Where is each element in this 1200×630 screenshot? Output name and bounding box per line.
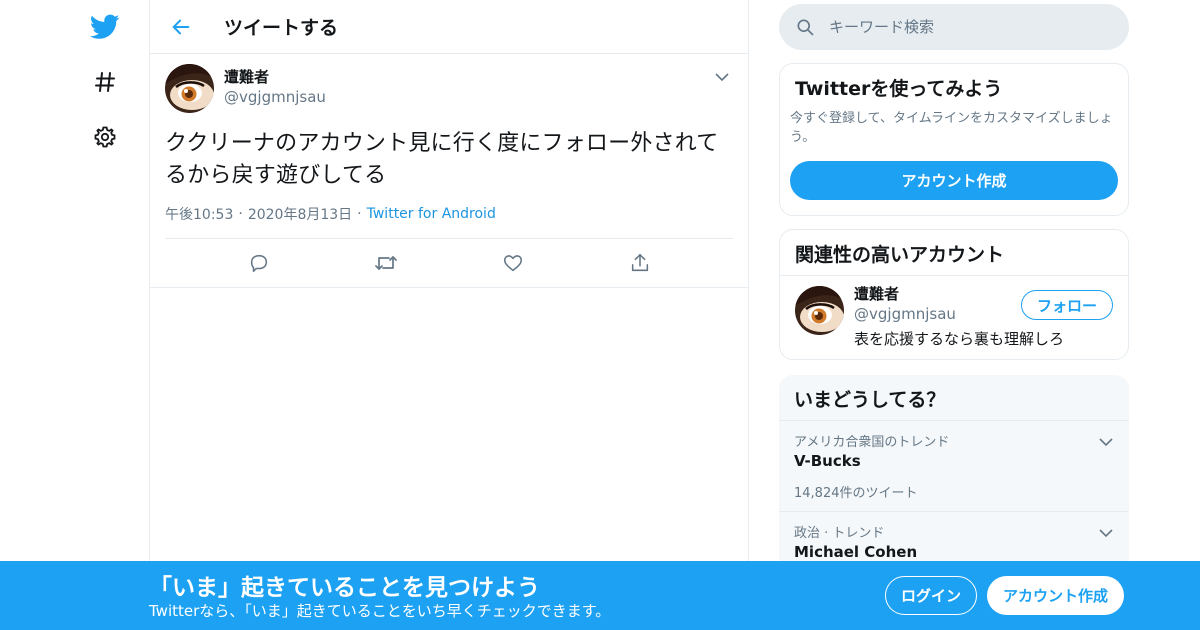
trend-name[interactable]: Michael Cohen (794, 543, 1114, 561)
create-account-button[interactable]: アカウント作成 (790, 161, 1118, 200)
chevron-down-icon[interactable] (1095, 431, 1117, 453)
login-button[interactable]: ログイン (885, 576, 977, 615)
tweet-header: 遭難者 @vgjgmnjsau (165, 64, 733, 114)
trends-card-title: いまどうしてる？ (794, 389, 946, 411)
gear-icon[interactable] (88, 120, 122, 154)
tweet: 遭難者 @vgjgmnjsau ククリーナのアカウント見に行く度にフォロー外され… (150, 54, 748, 288)
search-input[interactable] (829, 18, 1089, 36)
banner-title: 「いま」起きていることを見つけよう (149, 575, 540, 601)
reply-icon[interactable] (242, 246, 276, 280)
follow-button[interactable]: フォロー (1021, 290, 1113, 320)
trend-context: アメリカ合衆国のトレンド (794, 435, 950, 450)
tweet-date[interactable]: 2020年8月13日 (248, 204, 352, 224)
left-nav (0, 0, 150, 630)
tweet-meta: 午後10:53 · 2020年8月13日 · Twitter for Andro… (165, 204, 733, 239)
page-header: ツイートする (150, 0, 748, 54)
avatar[interactable] (795, 286, 844, 335)
twitter-bird-icon[interactable] (88, 10, 122, 44)
tweet-source-link[interactable]: Twitter for Android (367, 206, 496, 222)
search-icon (797, 19, 814, 36)
signup-card-description: 今すぐ登録して、タイムラインをカスタマイズしましょう。 (790, 111, 1113, 145)
chevron-down-icon[interactable] (711, 66, 733, 88)
tweet-time[interactable]: 午後10:53 (165, 204, 233, 224)
author-handle[interactable]: @vgjgmnjsau (224, 87, 326, 107)
back-button[interactable] (164, 10, 198, 44)
signup-card-title: Twitterを使ってみよう (795, 78, 1003, 100)
right-sidebar: Twitterを使ってみよう 今すぐ登録して、タイムラインをカスタマイズしましょ… (779, 0, 1129, 571)
signup-banner: 「いま」起きていることを見つけよう Twitterなら、「いま」起きていることを… (0, 561, 1200, 630)
main-column: ツイートする 遭難者 @vgjgmnjsau ククリーナのアカウント見に行く度に… (149, 0, 749, 630)
tweet-text: ククリーナのアカウント見に行く度にフォロー外されてるから戻す遊びしてる (165, 131, 719, 188)
trend-count: 14,824件のツイート (794, 486, 918, 501)
search-bar[interactable] (779, 4, 1129, 50)
related-card-title: 関連性の高いアカウント (795, 244, 1005, 266)
meta-separator: · (357, 206, 362, 222)
page-title: ツイートする (224, 17, 339, 39)
like-heart-icon[interactable] (496, 246, 530, 280)
avatar[interactable] (165, 64, 214, 113)
back-arrow-icon (172, 19, 190, 34)
author-name[interactable]: 遭難者 (224, 67, 326, 87)
retweet-icon[interactable] (369, 246, 403, 280)
related-user[interactable]: 遭難者 @vgjgmnjsau 表を応援するなら裏も理解しろ フォロー (780, 275, 1128, 359)
banner-create-account-button[interactable]: アカウント作成 (987, 576, 1124, 615)
tweet-actions (165, 239, 733, 287)
signup-card: Twitterを使ってみよう 今すぐ登録して、タイムラインをカスタマイズしましょ… (779, 63, 1129, 216)
related-user-bio: 表を応援するなら裏も理解しろ (854, 330, 1065, 348)
trend-context: 政治 · トレンド (794, 526, 885, 541)
chevron-down-icon[interactable] (1095, 522, 1117, 544)
hashtag-icon[interactable] (88, 65, 122, 99)
trend-item[interactable]: アメリカ合衆国のトレンド V-Bucks 14,824件のツイート (779, 420, 1129, 511)
share-icon[interactable] (623, 246, 657, 280)
trends-card: いまどうしてる？ アメリカ合衆国のトレンド V-Bucks 14,824件のツイ… (779, 375, 1129, 571)
related-accounts-card: 関連性の高いアカウント 遭難者 @vgjgmnjsau 表を応援するなら裏も理解… (779, 229, 1129, 360)
meta-separator: · (238, 206, 243, 222)
trend-name[interactable]: V-Bucks (794, 452, 1114, 470)
banner-subtitle: Twitterなら、「いま」起きていることをいち早くチェックできます。 (149, 602, 611, 620)
